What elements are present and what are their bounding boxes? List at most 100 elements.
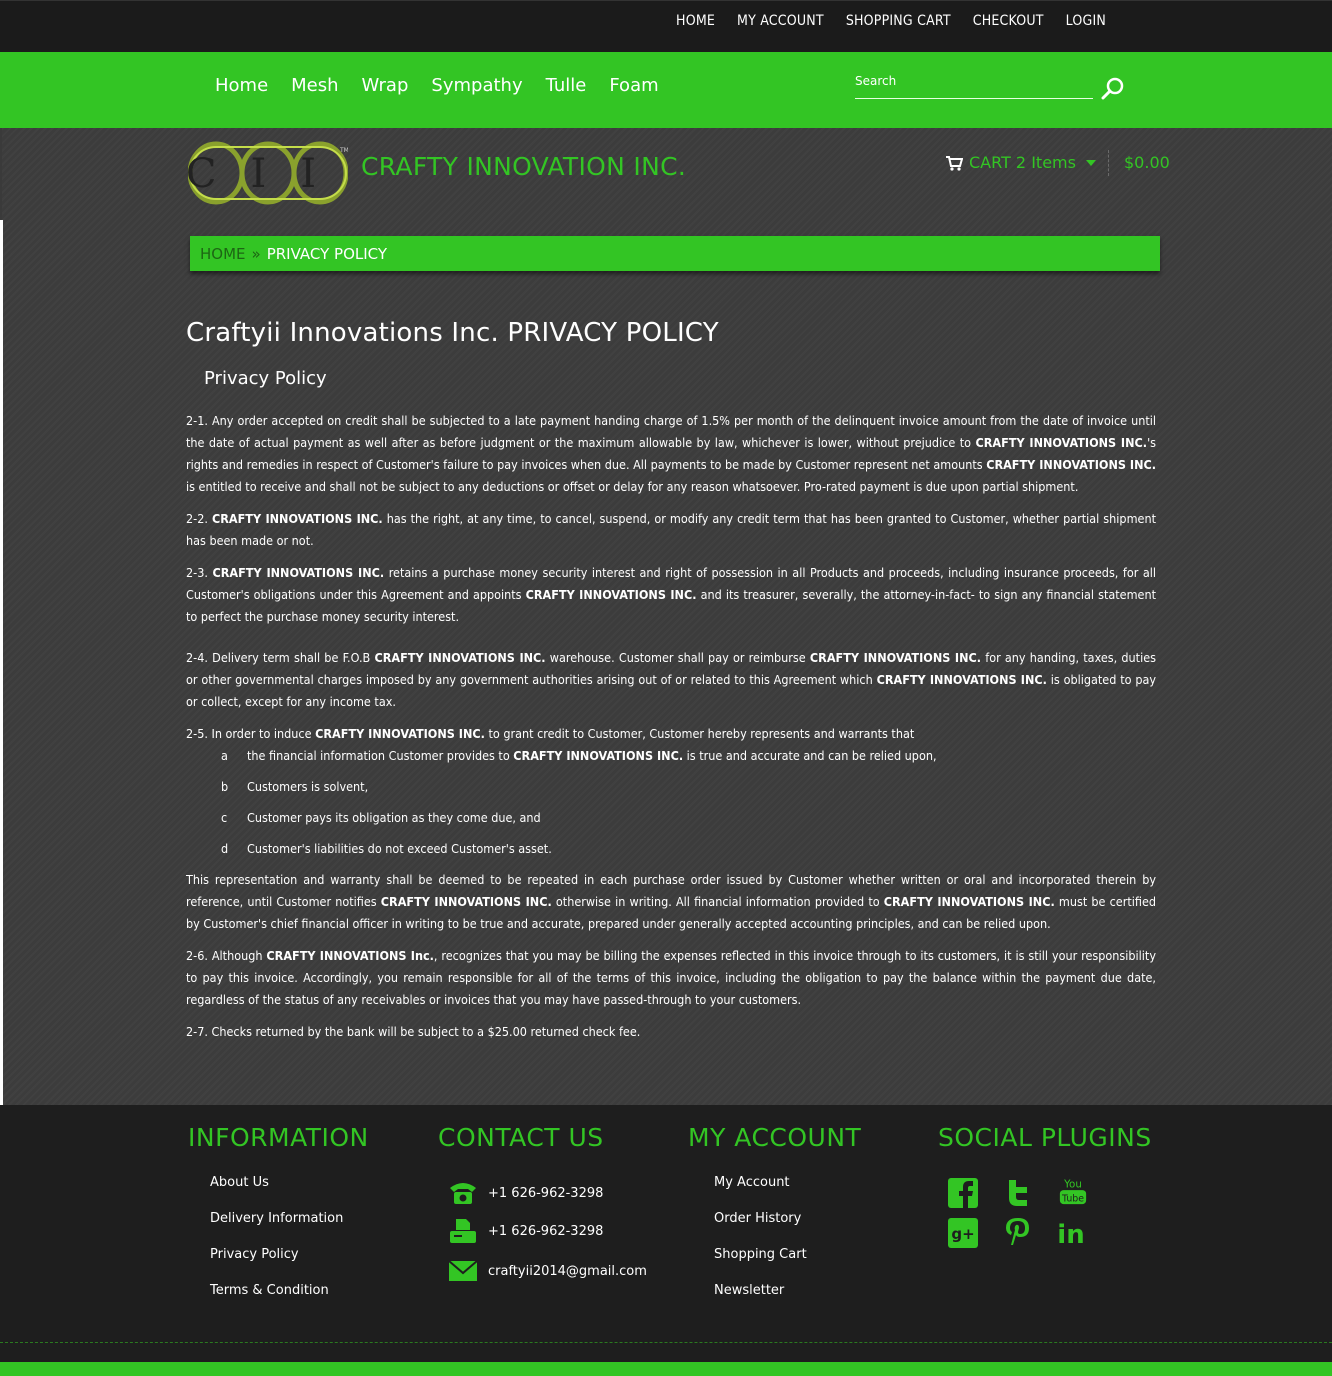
footer-link-newsletter[interactable]: Newsletter bbox=[714, 1283, 807, 1319]
policy-paragraph-2-4: 2-4. Delivery term shall be F.O.B CRAFTY… bbox=[186, 647, 1156, 713]
list-item: a the financial information Customer prov… bbox=[186, 745, 1156, 776]
logo-trademark: TM bbox=[339, 147, 348, 154]
footer-information-links: About Us Delivery Information Privacy Po… bbox=[210, 1175, 343, 1319]
list-item-label: d bbox=[221, 841, 229, 856]
search-box bbox=[855, 72, 1093, 99]
contact-email-text[interactable]: craftyii2014@gmail.com bbox=[488, 1264, 647, 1279]
text: the financial information Customer provi… bbox=[247, 748, 514, 763]
text: is true and accurate and can be relied u… bbox=[683, 748, 937, 763]
main-nav-links: Home Mesh Wrap Sympathy Tulle Foam bbox=[215, 75, 659, 96]
text: to grant credit to Customer, Customer he… bbox=[484, 726, 915, 741]
top-link-my-account[interactable]: MY ACCOUNT bbox=[737, 13, 824, 29]
policy-paragraph-2-2: 2-2. CRAFTY INNOVATIONS INC. has the rig… bbox=[186, 508, 1156, 552]
company-name: CRAFTY INNOVATIONS INC. bbox=[975, 435, 1148, 450]
footer-link-my-account[interactable]: My Account bbox=[714, 1175, 807, 1211]
top-link-shopping-cart[interactable]: SHOPPING CART bbox=[846, 13, 951, 29]
top-bar: HOME MY ACCOUNT SHOPPING CART CHECKOUT L… bbox=[0, 0, 1332, 52]
footer-link-terms-label[interactable]: Terms & Condition bbox=[210, 1283, 329, 1298]
nav-item-tulle[interactable]: Tulle bbox=[546, 75, 587, 96]
linkedin-icon[interactable]: in bbox=[1056, 1218, 1086, 1248]
top-link-home[interactable]: HOME bbox=[676, 13, 715, 29]
text: 2-6. Although bbox=[186, 948, 267, 963]
footer-link-privacy[interactable]: Privacy Policy bbox=[210, 1247, 343, 1283]
text: 2-2. bbox=[186, 511, 212, 526]
footer-link-privacy-label[interactable]: Privacy Policy bbox=[210, 1247, 299, 1262]
footer-link-my-account-label[interactable]: My Account bbox=[714, 1175, 790, 1190]
policy-paragraph-representation: This representation and warranty shall b… bbox=[186, 869, 1156, 935]
brand-name[interactable]: CRAFTY INNOVATION INC. bbox=[361, 152, 686, 181]
nav-item-home[interactable]: Home bbox=[215, 75, 268, 96]
main-nav: Home Mesh Wrap Sympathy Tulle Foam bbox=[0, 52, 1332, 128]
footer-link-delivery-label[interactable]: Delivery Information bbox=[210, 1211, 343, 1226]
footer-link-order-history[interactable]: Order History bbox=[714, 1211, 807, 1247]
page-subtitle: Privacy Policy bbox=[204, 368, 327, 389]
cart-divider bbox=[1108, 150, 1109, 176]
chevron-down-icon bbox=[1085, 159, 1096, 166]
text: otherwise in writing. All financial info… bbox=[551, 894, 884, 909]
breadcrumb-separator: » bbox=[251, 244, 261, 263]
nav-item-foam[interactable]: Foam bbox=[609, 75, 658, 96]
company-name: CRAFTY INNOVATIONS INC. bbox=[883, 894, 1055, 909]
footer-heading-information: INFORMATION bbox=[188, 1123, 369, 1152]
list-item: b Customers is solvent, bbox=[186, 776, 1156, 807]
footer-link-about-label[interactable]: About Us bbox=[210, 1175, 269, 1190]
contact-phone: +1 626-962-3298 bbox=[448, 1180, 603, 1206]
nav-item-wrap[interactable]: Wrap bbox=[362, 75, 409, 96]
facebook-icon[interactable] bbox=[948, 1178, 978, 1208]
breadcrumb: HOME » PRIVACY POLICY bbox=[190, 236, 1160, 271]
nav-item-mesh[interactable]: Mesh bbox=[291, 75, 338, 96]
text: Customer's liabilities do not exceed Cus… bbox=[247, 841, 552, 856]
company-name: CRAFTY INNOVATIONS INC. bbox=[374, 650, 546, 665]
cart-label: CART 2 Items bbox=[969, 153, 1076, 172]
text: Customers is solvent, bbox=[247, 779, 369, 794]
list-item-label: c bbox=[221, 810, 228, 825]
search-icon[interactable] bbox=[1101, 76, 1125, 100]
policy-paragraph-2-6: 2-6. Although CRAFTY INNOVATIONS Inc., r… bbox=[186, 945, 1156, 1011]
cart-icon bbox=[946, 155, 963, 171]
footer-social: SOCIAL PLUGINS bbox=[938, 1123, 1152, 1152]
top-link-checkout[interactable]: CHECKOUT bbox=[973, 13, 1044, 29]
page-title: Craftyii Innovations Inc. PRIVACY POLICY bbox=[186, 318, 719, 348]
company-name: CRAFTY INNOVATIONS INC. bbox=[380, 894, 552, 909]
company-name: CRAFTY INNOVATIONS INC. bbox=[525, 587, 697, 602]
footer-link-delivery[interactable]: Delivery Information bbox=[210, 1211, 343, 1247]
footer-account: MY ACCOUNT bbox=[688, 1123, 861, 1152]
text: 2-4. Delivery term shall be F.O.B bbox=[186, 650, 375, 665]
pinterest-icon[interactable] bbox=[1003, 1216, 1033, 1246]
company-name: CRAFTY INNOVATIONS INC. bbox=[315, 726, 485, 741]
footer-link-shopping-cart-label[interactable]: Shopping Cart bbox=[714, 1247, 807, 1262]
breadcrumb-current: PRIVACY POLICY bbox=[266, 244, 388, 263]
text: 2-5. In order to induce bbox=[186, 726, 316, 741]
youtube-icon-text-you: You bbox=[1063, 1178, 1082, 1190]
footer-link-newsletter-label[interactable]: Newsletter bbox=[714, 1283, 784, 1298]
footer-link-terms[interactable]: Terms & Condition bbox=[210, 1283, 343, 1319]
footer-heading-contact: CONTACT US bbox=[438, 1123, 604, 1152]
search-input[interactable] bbox=[855, 72, 1085, 90]
twitter-icon[interactable] bbox=[1003, 1178, 1033, 1208]
list-item-label: a bbox=[221, 748, 228, 763]
company-name: CRAFTY INNOVATIONS INC. bbox=[876, 672, 1047, 687]
footer-information: INFORMATION bbox=[188, 1123, 369, 1152]
company-logo[interactable]: CII TM bbox=[188, 140, 348, 206]
cart-dropdown[interactable]: CART 2 Items bbox=[945, 153, 1096, 172]
footer-link-order-history-label[interactable]: Order History bbox=[714, 1211, 801, 1226]
footer-link-shopping-cart[interactable]: Shopping Cart bbox=[714, 1247, 807, 1283]
phone-icon bbox=[450, 1183, 476, 1204]
nav-item-sympathy[interactable]: Sympathy bbox=[431, 75, 522, 96]
youtube-icon[interactable]: You Tube bbox=[1058, 1176, 1088, 1206]
company-name: CRAFTY INNOVATIONS Inc. bbox=[266, 948, 434, 963]
list-item: c Customer pays its obligation as they co… bbox=[186, 807, 1156, 838]
contact-fax: +1 626-962-3298 bbox=[448, 1218, 603, 1244]
text: is entitled to receive and shall not be … bbox=[186, 479, 1079, 494]
company-name: CRAFTY INNOVATIONS INC. bbox=[211, 511, 383, 526]
top-link-login[interactable]: LOGIN bbox=[1066, 13, 1106, 29]
breadcrumb-home[interactable]: HOME bbox=[200, 245, 246, 263]
policy-paragraph-2-7: 2-7. Checks returned by the bank will be… bbox=[186, 1024, 641, 1039]
company-name: CRAFTY INNOVATIONS INC. bbox=[513, 748, 684, 763]
google-plus-icon[interactable]: g+ bbox=[948, 1218, 978, 1248]
footer-link-about[interactable]: About Us bbox=[210, 1175, 343, 1211]
footer-account-links: My Account Order History Shopping Cart N… bbox=[714, 1175, 807, 1319]
